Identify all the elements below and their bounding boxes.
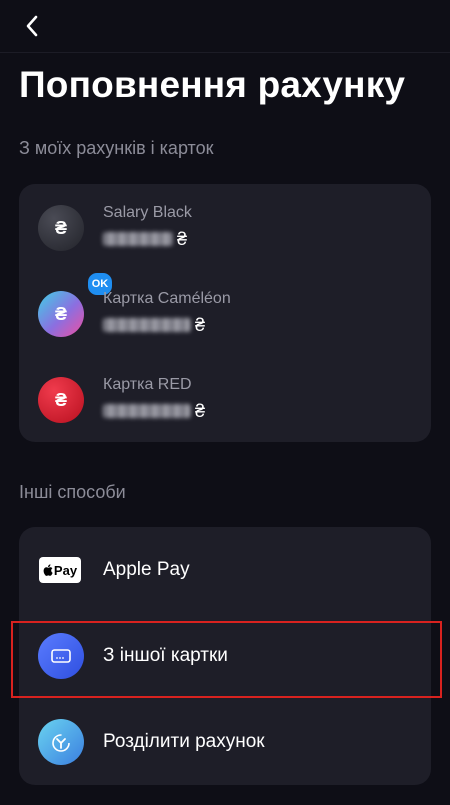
split-bill-icon <box>38 719 84 765</box>
hryvnia-account-icon: ₴ <box>38 377 84 423</box>
hidden-balance <box>103 232 173 246</box>
back-button[interactable] <box>18 12 46 40</box>
method-label: Apple Pay <box>103 559 190 580</box>
card-icon <box>38 633 84 679</box>
own-accounts-section-label: З моїх рахунків і карток <box>19 138 214 158</box>
other-methods-section-label: Інші способи <box>19 482 126 502</box>
account-row-cameleon[interactable]: ₴ OK Картка Caméléon ₴ <box>19 270 431 356</box>
top-bar <box>0 0 450 53</box>
account-row-salary-black[interactable]: ₴ Salary Black ₴ <box>19 184 431 270</box>
hryvnia-account-icon: ₴ <box>38 205 84 251</box>
card-glyph-icon <box>51 649 71 663</box>
apple-pay-icon: Pay <box>39 557 81 583</box>
account-balance: ₴ <box>103 228 187 250</box>
account-row-red[interactable]: ₴ Картка RED ₴ <box>19 356 431 442</box>
other-methods-card: Pay Apple Pay З іншої картки Розділити р… <box>19 527 431 785</box>
account-balance: ₴ <box>103 314 205 336</box>
apple-pay-icon-text: Pay <box>53 562 78 578</box>
hidden-balance <box>103 318 191 332</box>
split-bill-option[interactable]: Розділити рахунок <box>19 699 431 785</box>
apple-logo-icon <box>43 564 53 576</box>
currency-symbol: ₴ <box>195 400 206 421</box>
page-title: Поповнення рахунку <box>19 64 406 105</box>
method-label: З іншої картки <box>103 645 228 666</box>
account-name: Картка Caméléon <box>103 290 231 307</box>
account-name: Salary Black <box>103 204 192 221</box>
hryvnia-account-icon: ₴ <box>38 291 84 337</box>
account-balance: ₴ <box>103 400 205 422</box>
from-another-card-option[interactable]: З іншої картки <box>19 613 431 699</box>
apple-pay-option[interactable]: Pay Apple Pay <box>19 527 431 613</box>
hidden-balance <box>103 404 191 418</box>
currency-symbol: ₴ <box>195 314 206 335</box>
split-glyph-icon <box>52 734 70 752</box>
currency-symbol: ₴ <box>177 228 188 249</box>
own-accounts-card: ₴ Salary Black ₴ ₴ OK Картка Caméléon ₴ … <box>19 184 431 442</box>
method-label: Розділити рахунок <box>103 731 265 752</box>
chevron-left-icon <box>26 15 38 37</box>
account-name: Картка RED <box>103 376 192 393</box>
